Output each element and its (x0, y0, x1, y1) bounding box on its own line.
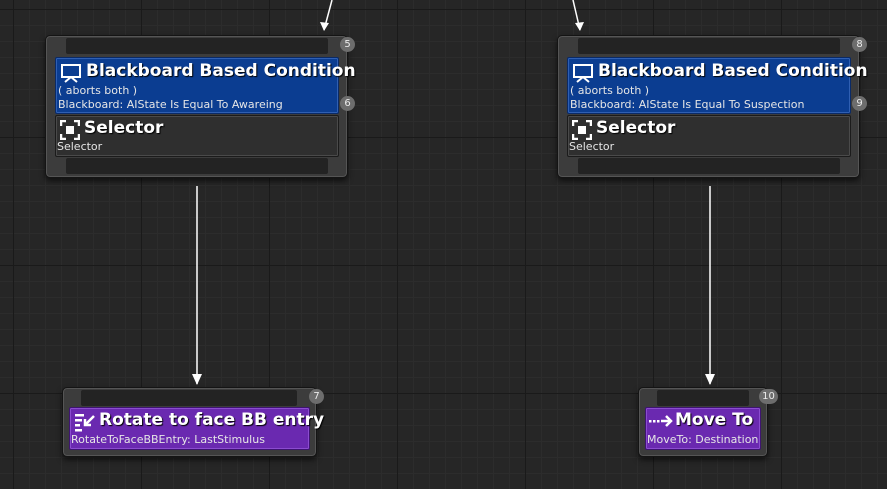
monitor-icon (573, 64, 593, 83)
composite-detail-text: Selector (57, 140, 103, 153)
task-node-rotate-to-face[interactable]: 7 Rotate to face BB entry RotateToFaceBB… (62, 387, 324, 457)
input-pin[interactable] (66, 38, 328, 54)
composite-selector[interactable]: Selector Selector (567, 115, 851, 157)
decorator-aborts-text: ( aborts both ) (570, 84, 650, 97)
composite-selector[interactable]: Selector Selector (55, 115, 339, 157)
input-pin[interactable] (657, 390, 749, 406)
monitor-icon (61, 64, 81, 83)
output-pin[interactable] (66, 158, 328, 174)
task-title: Rotate to face BB entry (99, 410, 325, 430)
decorator-detail-text: Blackboard: AIState Is Equal To Suspecti… (570, 98, 805, 111)
decorator-blackboard-condition[interactable]: Blackboard Based Condition ( aborts both… (55, 57, 356, 114)
composite-title: Selector (84, 118, 164, 138)
execution-index-badge: 5 (340, 37, 355, 52)
composite-title: Selector (596, 118, 676, 138)
decorator-index-badge: 9 (852, 96, 867, 111)
task-node-move-to[interactable]: 10 Move To MoveTo: Destination (638, 387, 778, 457)
execution-index-badge: 8 (852, 37, 867, 52)
decorator-title: Blackboard Based Condition (86, 61, 356, 81)
decorator-aborts-text: ( aborts both ) (58, 84, 138, 97)
selector-icon (60, 120, 80, 140)
rotate-list-icon (75, 414, 95, 432)
input-pin[interactable] (81, 390, 297, 406)
decorator-title: Blackboard Based Condition (598, 61, 868, 81)
task-detail-text: MoveTo: Destination (647, 433, 759, 446)
output-pin[interactable] (578, 158, 840, 174)
selector-icon (572, 120, 592, 140)
task-move-to[interactable]: Move To MoveTo: Destination (645, 407, 761, 450)
composite-detail-text: Selector (569, 140, 615, 153)
execution-index-badge: 10 (759, 389, 778, 404)
decorator-detail-text: Blackboard: AIState Is Equal To Awareing (58, 98, 283, 111)
decorator-index-badge: 6 (340, 96, 355, 111)
input-pin[interactable] (578, 38, 840, 54)
dotted-arrow-icon (649, 415, 673, 427)
selector-node-left[interactable]: 5 Blackboard Based Condition ( aborts bo… (45, 35, 356, 178)
selector-node-right[interactable]: 8 Blackboard Based Condition ( aborts bo… (557, 35, 868, 178)
decorator-blackboard-condition[interactable]: Blackboard Based Condition ( aborts both… (567, 57, 868, 114)
task-detail-text: RotateToFaceBBEntry: LastStimulus (71, 433, 265, 446)
task-title: Move To (675, 410, 754, 430)
execution-index-badge: 7 (309, 389, 324, 404)
task-rotate-to-face-bb-entry[interactable]: Rotate to face BB entry RotateToFaceBBEn… (69, 407, 324, 450)
